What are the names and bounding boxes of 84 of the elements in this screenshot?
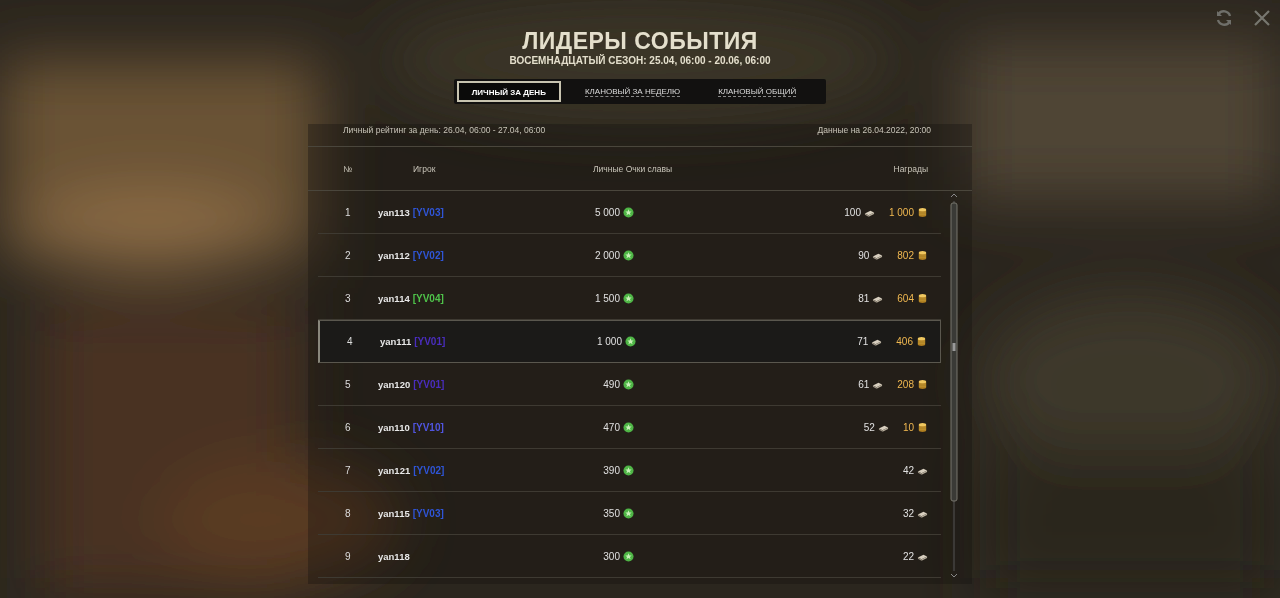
coin-value: 604 [897, 292, 914, 304]
star-medal-icon [625, 336, 636, 347]
bonds-value: 61 [858, 378, 870, 390]
bonds-value: 71 [857, 336, 869, 347]
bonds-value: 42 [902, 464, 914, 476]
table-row[interactable]: 8 yan115 [YV03] 350 32 [318, 492, 941, 535]
points-value: 2 000 [594, 249, 620, 261]
star-medal-icon [623, 292, 634, 304]
clan-tag: [YV01] [414, 336, 446, 347]
coin-stack-icon [917, 292, 928, 304]
clan-tag: [YV02] [412, 249, 444, 261]
star-medal-icon [623, 206, 634, 218]
table-row[interactable]: 2 yan112 [YV02] 2 000 90 802 [318, 234, 941, 277]
clan-tag: [YV10] [412, 421, 444, 433]
coin-value: 10 [902, 421, 914, 433]
bonds-value: 81 [858, 292, 870, 304]
rank-cell-text: 8 [344, 507, 352, 519]
tab[interactable]: ЛИЧНЫЙ ЗА ДЕНЬ [456, 81, 561, 102]
tab[interactable]: КЛАНОВЫЙ ЗА НЕДЕЛЮ [570, 81, 695, 102]
bonds-value: 32 [902, 507, 914, 519]
tab[interactable]: КЛАНОВЫЙ ОБЩИЙ [704, 81, 811, 102]
points-value: 390 [603, 464, 620, 476]
updated-text: Данные на 26.04.2022, 20:00 [817, 124, 931, 137]
close-icon[interactable] [1252, 8, 1272, 28]
points-value: 1 500 [594, 292, 620, 304]
table-row[interactable]: 1 yan113 [YV03] 5 000 100 1 000 [318, 191, 941, 234]
rank-header: № [343, 163, 354, 174]
table-row[interactable]: 6 yan110 [YV10] 470 52 10 [318, 406, 941, 449]
player-name: yan120 [378, 378, 411, 390]
coin-stack-icon [917, 249, 928, 261]
coin-value: 406 [896, 336, 913, 347]
clan-tag: [YV03] [412, 507, 444, 519]
player-name: yan112 [378, 249, 410, 261]
clan-tag: [YV04] [412, 292, 444, 304]
player-name: yan115 [378, 507, 410, 519]
bonds-value: 100 [844, 206, 861, 218]
points-value: 490 [603, 378, 620, 390]
player-header: Игрок [413, 163, 437, 174]
rank-cell-text: 3 [344, 292, 352, 304]
table-row[interactable]: 7 yan121 [YV02] 390 42 [318, 449, 941, 492]
coin-value: 1 000 [888, 206, 914, 218]
coin-stack-icon [917, 206, 928, 218]
clan-tag: [YV01] [413, 378, 445, 390]
star-medal-icon [623, 378, 634, 390]
bonds-value: 52 [863, 421, 875, 433]
clan-tag: [YV02] [413, 464, 445, 476]
rank-cell-text: 4 [346, 336, 354, 347]
coin-stack-icon [917, 378, 928, 390]
star-medal-icon [623, 464, 634, 476]
coin-stack-icon [916, 336, 927, 347]
star-medal-icon [623, 507, 634, 519]
page-title: ЛИДЕРЫ СОБЫТИЯ [522, 28, 758, 54]
rank-cell-text: 6 [344, 421, 352, 433]
rank-cell-text: 7 [344, 464, 352, 476]
rank-cell-text: 2 [344, 249, 352, 261]
player-name: yan110 [378, 421, 410, 433]
table-row[interactable]: 4 yan111 [YV01] 1 000 71 406 [318, 320, 941, 363]
coin-stack-icon [917, 421, 928, 433]
season-dates: ВОСЕМНАДЦАТЫЙ СЕЗОН: 25.04, 06:00 - 20.06, 06:00 [509, 55, 771, 67]
points-value: 470 [603, 421, 620, 433]
player-name: yan118 [378, 550, 410, 562]
bonds-value: 90 [858, 249, 870, 261]
points-value: 1 000 [596, 336, 622, 347]
coin-value: 802 [897, 249, 914, 261]
player-name: yan113 [378, 206, 410, 218]
points-value: 350 [603, 507, 620, 519]
player-name: yan121 [378, 464, 411, 476]
bonds-value: 22 [902, 550, 914, 562]
points-value: 300 [603, 550, 620, 562]
rank-cell-text: 1 [344, 206, 352, 218]
rank-cell-text: 5 [344, 378, 352, 390]
clan-tag: [YV03] [412, 206, 444, 218]
rank-cell-text: 9 [344, 550, 352, 562]
period-text: Личный рейтинг за день: 26.04, 06:00 - 27.04, 06:00 [343, 124, 546, 137]
points-value: 5 000 [594, 206, 620, 218]
star-medal-icon [623, 421, 634, 433]
star-medal-icon [623, 249, 634, 261]
table-row[interactable]: 5 yan120 [YV01] 490 61 208 [318, 363, 941, 406]
coin-value: 208 [897, 378, 914, 390]
player-name: yan114 [378, 292, 410, 304]
star-medal-icon [623, 550, 634, 562]
refresh-icon[interactable] [1214, 8, 1234, 28]
player-name: yan111 [380, 336, 412, 347]
table-row[interactable]: 9 yan118 300 22 [318, 535, 941, 578]
